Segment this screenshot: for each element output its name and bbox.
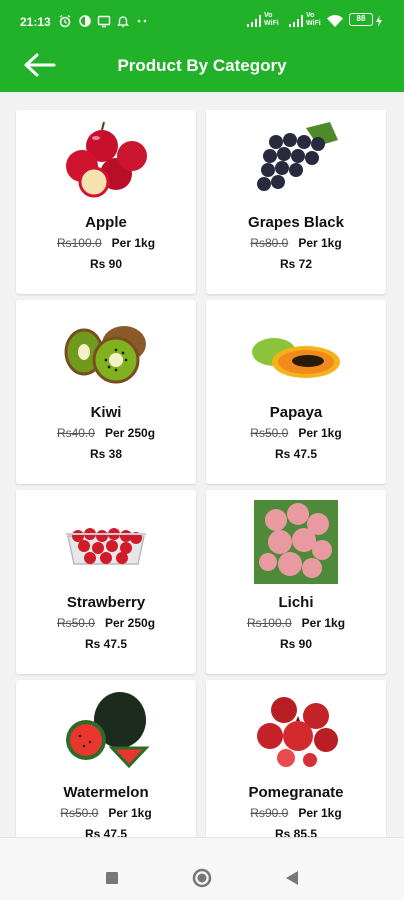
mrp-price: Rs50.0 — [56, 616, 95, 630]
kiwi-image — [64, 326, 146, 384]
grapes-image — [257, 122, 338, 191]
mrp-price: Rs80.0 — [250, 236, 289, 250]
product-name: Grapes Black — [248, 214, 344, 231]
sale-price: Rs 90 — [279, 637, 313, 651]
product-name: Watermelon — [63, 784, 149, 801]
battery-icon: 88 — [349, 13, 373, 26]
product-name: Lichi — [278, 594, 314, 611]
system-navigation-bar — [0, 837, 404, 900]
sale-price: Rs 72 — [279, 257, 313, 271]
price-row: Rs40.0 Per 250g — [16, 426, 196, 440]
sale-price: Rs 90 — [89, 257, 123, 271]
status-bar: 21:13 Vo WiFi Vo WiFi 88 — [0, 0, 404, 40]
papaya-image — [252, 338, 340, 378]
unit-label: Per 250g — [104, 426, 156, 440]
triangle-back-icon[interactable] — [262, 838, 322, 900]
product-card-apple[interactable]: Apple Rs100.0 Per 1kg Rs 90 — [16, 110, 196, 294]
mrp-price: Rs40.0 — [56, 426, 95, 440]
signal-icon-2 — [289, 15, 303, 27]
data-saver-icon — [79, 15, 91, 27]
price-row: Rs100.0 Per 1kg — [206, 616, 386, 630]
product-card-papaya[interactable]: Papaya Rs50.0 Per 1kg Rs 47.5 — [206, 300, 386, 484]
sale-price: Rs 47.5 — [84, 827, 128, 837]
product-card-strawberry[interactable]: Strawberry Rs50.0 Per 250g Rs 47.5 — [16, 490, 196, 674]
sale-price: Rs 47.5 — [84, 637, 128, 651]
unit-label: Per 1kg — [298, 426, 342, 440]
price-row: Rs90.0 Per 1kg — [206, 806, 386, 820]
unit-label: Per 250g — [104, 616, 156, 630]
unit-label: Per 1kg — [298, 806, 342, 820]
price-row: Rs80.0 Per 1kg — [206, 236, 386, 250]
pomegranate-image — [257, 697, 338, 767]
status-time: 21:13 — [20, 15, 51, 29]
sale-price: Rs 38 — [89, 447, 123, 461]
price-row: Rs100.0 Per 1kg — [16, 236, 196, 250]
page-title: Product By Category — [117, 56, 287, 75]
product-name: Apple — [85, 214, 127, 231]
product-card-kiwi[interactable]: Kiwi Rs40.0 Per 250g Rs 38 — [16, 300, 196, 484]
apple-image — [66, 121, 147, 198]
vowifi-label-1: Vo WiFi — [264, 12, 279, 27]
unit-label: Per 1kg — [108, 806, 152, 820]
mrp-price: Rs90.0 — [250, 806, 289, 820]
unit-label: Per 1kg — [298, 236, 342, 250]
product-name: Papaya — [269, 404, 323, 421]
notification-bell-icon — [116, 16, 130, 28]
battery-level: 88 — [356, 14, 366, 23]
product-card-lichi[interactable]: Lichi Rs100.0 Per 1kg Rs 90 — [206, 490, 386, 674]
price-row: Rs50.0 Per 250g — [16, 616, 196, 630]
product-name: Strawberry — [66, 594, 146, 611]
product-card-grapes-black[interactable]: Grapes Black Rs80.0 Per 1kg Rs 72 — [206, 110, 386, 294]
watermelon-image — [66, 692, 150, 769]
square-icon[interactable] — [82, 838, 142, 900]
product-name: Pomegranate — [248, 784, 344, 801]
mrp-price: Rs100.0 — [246, 616, 292, 630]
mrp-price: Rs50.0 — [250, 426, 289, 440]
product-name: Kiwi — [90, 404, 122, 421]
alarm-icon — [59, 14, 71, 28]
app-bar: Product By Category — [0, 40, 404, 92]
strawberry-image — [66, 528, 146, 565]
vowifi-label-2: Vo WiFi — [306, 12, 321, 27]
screen-cast-icon — [97, 15, 111, 28]
price-row: Rs50.0 Per 1kg — [206, 426, 386, 440]
wifi-icon — [327, 15, 343, 27]
mrp-price: Rs100.0 — [56, 236, 102, 250]
unit-label: Per 1kg — [301, 616, 346, 630]
sale-price: Rs 47.5 — [274, 447, 318, 461]
mrp-price: Rs50.0 — [60, 806, 99, 820]
lichi-image — [254, 500, 338, 584]
circle-icon[interactable] — [172, 838, 232, 900]
product-card-watermelon[interactable]: Watermelon Rs50.0 Per 1kg Rs 47.5 — [16, 680, 196, 837]
price-row: Rs50.0 Per 1kg — [16, 806, 196, 820]
charging-bolt-icon — [376, 15, 382, 27]
product-card-pomegranate[interactable]: Pomegranate Rs90.0 Per 1kg Rs 85.5 — [206, 680, 386, 837]
signal-icon-1 — [247, 15, 261, 27]
product-grid: Apple Rs100.0 Per 1kg Rs 90 Grapes Black … — [0, 92, 404, 837]
unit-label: Per 1kg — [111, 236, 156, 250]
sale-price: Rs 85.5 — [274, 827, 318, 837]
more-notifications-icon — [137, 19, 147, 23]
